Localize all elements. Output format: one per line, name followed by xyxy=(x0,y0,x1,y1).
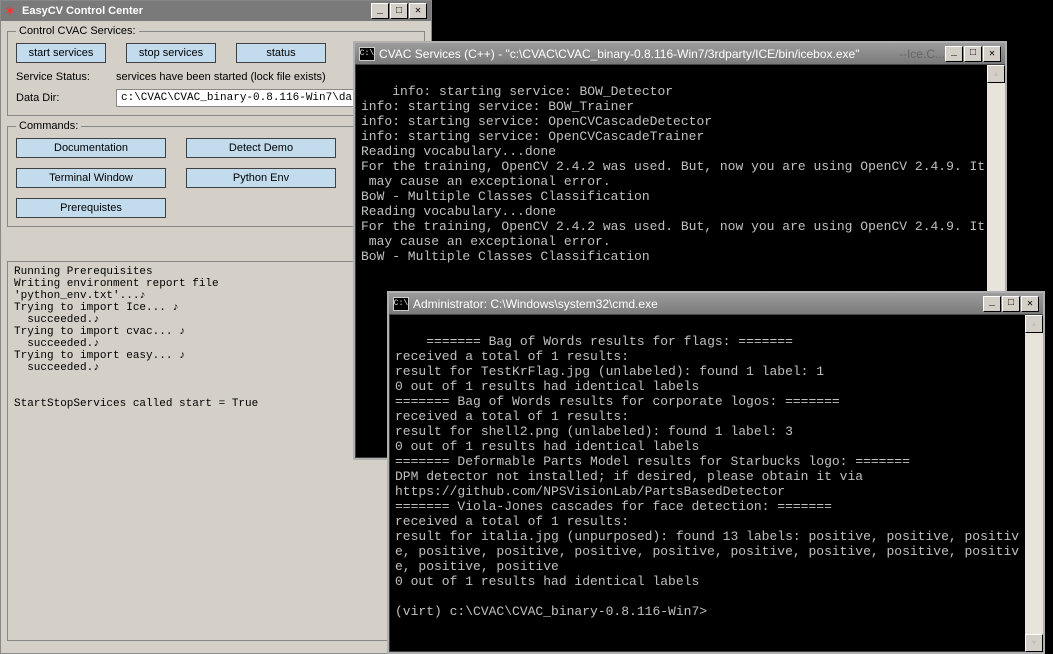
cvac-console-titlebar[interactable]: C:\ CVAC Services (C++) - "c:\CVAC\CVAC_… xyxy=(355,43,1005,65)
tk-icon: ✶ xyxy=(5,4,19,18)
python-env-button[interactable]: Python Env xyxy=(186,168,336,188)
close-button[interactable]: ✕ xyxy=(1021,296,1039,312)
maximize-button[interactable]: □ xyxy=(390,3,408,19)
service-status-label: Service Status: xyxy=(16,71,116,83)
detect-demo-button[interactable]: Detect Demo xyxy=(186,138,336,158)
minimize-button[interactable]: _ xyxy=(945,46,963,62)
scrollbar[interactable]: ▲ ▼ xyxy=(1025,315,1043,652)
cvac-console-text: info: starting service: BOW_Detector inf… xyxy=(361,84,985,264)
close-button[interactable]: ✕ xyxy=(983,46,1001,62)
cmd-console-window: C:\ Administrator: C:\Windows\system32\c… xyxy=(387,291,1045,654)
terminal-window-button[interactable]: Terminal Window xyxy=(16,168,166,188)
window-title: EasyCV Control Center xyxy=(22,5,371,17)
close-button[interactable]: ✕ xyxy=(409,3,427,19)
maximize-button[interactable]: □ xyxy=(964,46,982,62)
scroll-up-icon[interactable]: ▲ xyxy=(987,65,1005,83)
console-icon: C:\ xyxy=(393,297,409,311)
prerequisites-button[interactable]: Prerequistes xyxy=(16,198,166,218)
scroll-up-icon[interactable]: ▲ xyxy=(1025,315,1043,333)
scroll-track[interactable] xyxy=(1025,333,1043,634)
minimize-button[interactable]: _ xyxy=(371,3,389,19)
console-icon: C:\ xyxy=(359,47,375,61)
cmd-console-titlebar[interactable]: C:\ Administrator: C:\Windows\system32\c… xyxy=(389,293,1043,315)
commands-legend: Commands: xyxy=(16,120,81,132)
cmd-console-title: Administrator: C:\Windows\system32\cmd.e… xyxy=(413,297,983,311)
easycv-titlebar[interactable]: ✶ EasyCV Control Center _ □ ✕ xyxy=(1,1,431,21)
cmd-console-text: ======= Bag of Words results for flags: … xyxy=(395,334,1019,619)
scroll-down-icon[interactable]: ▼ xyxy=(1025,634,1043,652)
cvac-console-title: CVAC Services (C++) - "c:\CVAC\CVAC_bina… xyxy=(379,47,895,61)
cvac-console-title-tail: --Ice.C... xyxy=(899,47,945,61)
services-legend: Control CVAC Services: xyxy=(16,25,139,37)
stop-services-button[interactable]: stop services xyxy=(126,43,216,63)
maximize-button[interactable]: □ xyxy=(1002,296,1020,312)
start-services-button[interactable]: start services xyxy=(16,43,106,63)
data-dir-label: Data Dir: xyxy=(16,92,116,104)
status-button[interactable]: status xyxy=(236,43,326,63)
documentation-button[interactable]: Documentation xyxy=(16,138,166,158)
cmd-console-body[interactable]: ======= Bag of Words results for flags: … xyxy=(389,315,1043,652)
minimize-button[interactable]: _ xyxy=(983,296,1001,312)
service-status-value: services have been started (lock file ex… xyxy=(116,71,326,83)
